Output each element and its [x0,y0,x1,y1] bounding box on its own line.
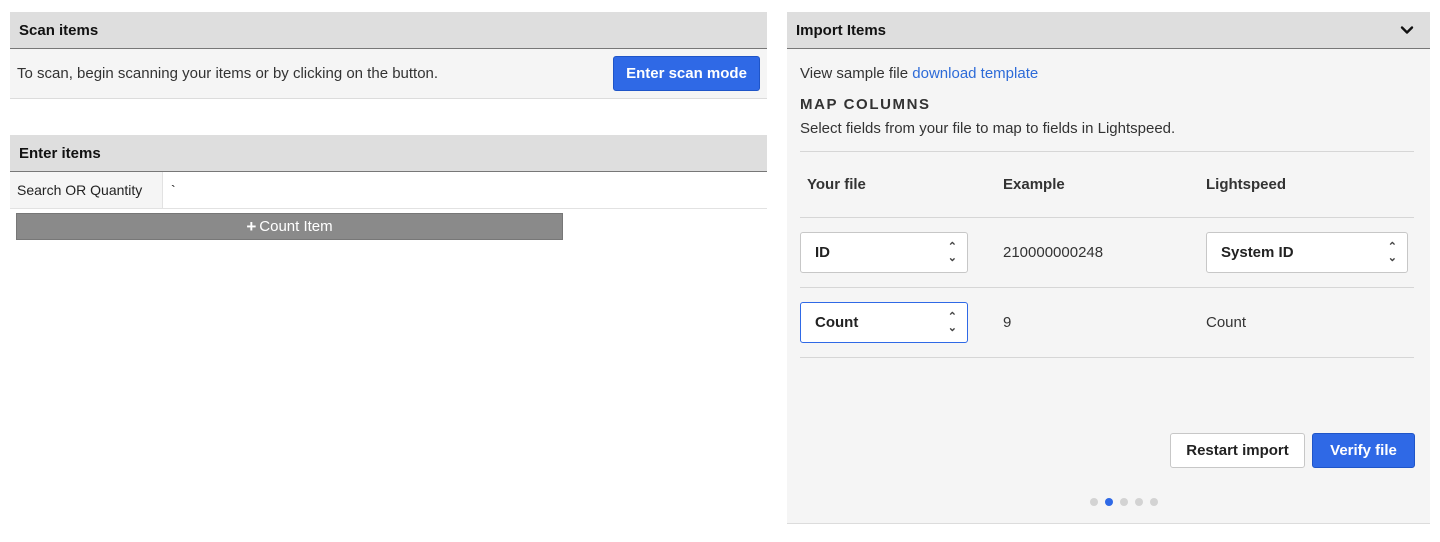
import-items-title: Import Items [796,21,887,39]
map-columns-table: Your file Example Lightspeed ID ⌃ ⌄ 21000… [800,152,1414,358]
sample-file-text: View sample file [800,65,909,82]
step-dot[interactable] [1134,498,1143,506]
count-item-label: Count Item [259,218,333,235]
table-row: ID ⌃ ⌄ 210000000248 System ID ⌃ ⌄ [800,218,1414,288]
map-columns-subtitle: Select fields from your file to map to f… [800,120,1414,152]
enter-scan-mode-button[interactable]: Enter scan mode [613,56,760,91]
enter-items-header: Enter items [10,135,767,172]
search-quantity-label: Search OR Quantity [10,172,163,208]
column-header-lightspeed: Lightspeed [1206,176,1287,193]
scan-items-header: Scan items [10,12,767,49]
import-items-panel: Import Items View sample file download t… [787,12,1430,524]
import-body: View sample file download template MAP C… [787,65,1430,358]
your-file-select-count[interactable]: Count ⌃ ⌄ [800,302,968,343]
example-value: 210000000248 [1003,244,1104,261]
select-arrows-icon: ⌃ ⌄ [1387,240,1397,264]
step-dot-active[interactable] [1104,498,1113,506]
column-header-your-file: Your file [807,176,866,193]
download-template-link[interactable]: download template [912,65,1038,82]
column-header-example: Example [1003,176,1065,193]
select-value: Count [815,314,859,331]
example-value: 9 [1003,314,1012,331]
select-value: System ID [1221,244,1294,261]
restart-import-button[interactable]: Restart import [1170,433,1305,468]
import-items-header[interactable]: Import Items [787,12,1430,49]
left-column: Scan items To scan, begin scanning your … [10,12,767,240]
select-arrows-icon: ⌃ ⌄ [947,310,957,334]
table-row: Count ⌃ ⌄ 9 Count [800,288,1414,358]
step-dot[interactable] [1149,498,1158,506]
search-quantity-row: Search OR Quantity [10,172,767,209]
select-value: ID [815,244,830,261]
sample-file-line: View sample file download template [800,65,1414,82]
lightspeed-field-count: Count [1206,314,1247,331]
your-file-select-id[interactable]: ID ⌃ ⌄ [800,232,968,273]
count-item-button[interactable]: + Count Item [16,213,563,240]
table-header-row: Your file Example Lightspeed [800,152,1414,218]
lightspeed-select-system-id[interactable]: System ID ⌃ ⌄ [1206,232,1408,273]
chevron-down-icon[interactable] [1400,23,1414,37]
map-columns-title: MAP COLUMNS [800,96,931,113]
select-arrows-icon: ⌃ ⌄ [947,240,957,264]
verify-file-button[interactable]: Verify file [1312,433,1415,468]
step-dot[interactable] [1089,498,1098,506]
scan-items-body: To scan, begin scanning your items or by… [10,49,767,99]
search-quantity-input[interactable] [163,172,767,208]
plus-icon: + [246,217,257,236]
enter-items-panel: Enter items Search OR Quantity + Count I… [10,135,767,240]
scan-instructions: To scan, begin scanning your items or by… [17,65,439,82]
import-actions: Restart import Verify file [1170,433,1415,468]
step-indicator [787,498,1430,506]
scan-items-panel: Scan items To scan, begin scanning your … [10,12,767,99]
step-dot[interactable] [1119,498,1128,506]
